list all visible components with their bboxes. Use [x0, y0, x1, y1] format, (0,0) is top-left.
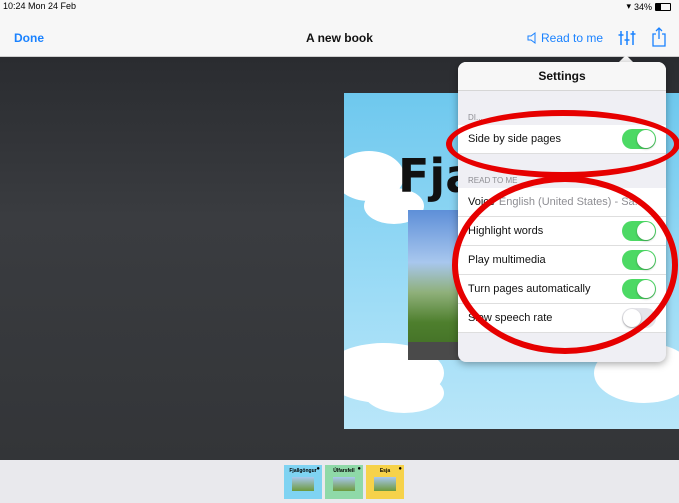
thumbnail-page-2[interactable]: Úlfarsfell ●: [325, 465, 363, 499]
battery-icon: [655, 2, 671, 11]
navigation-bar: Done A new book Read to me: [0, 14, 679, 57]
read-to-me-section-header: READ TO ME: [468, 176, 518, 185]
thumbnail-page-1[interactable]: Fjallgöngur ●: [284, 465, 322, 499]
thumbnail-page-3[interactable]: Esja ●: [366, 465, 404, 499]
thumbnail-image: [333, 477, 355, 491]
voice-row[interactable]: Voice English (United States) - Sa...: [458, 188, 666, 217]
share-icon[interactable]: [651, 27, 667, 52]
play-multimedia-toggle[interactable]: [622, 250, 656, 270]
highlight-words-toggle[interactable]: [622, 221, 656, 241]
status-time: 10:24 Mon 24 Feb: [3, 1, 77, 11]
read-to-me-label: Read to me: [541, 31, 604, 45]
highlight-words-label: Highlight words: [468, 225, 544, 237]
side-by-side-label: Side by side pages: [468, 133, 561, 145]
side-by-side-toggle[interactable]: [622, 129, 656, 149]
highlight-words-row[interactable]: Highlight words: [458, 217, 666, 246]
sliders-icon[interactable]: [618, 30, 636, 51]
slow-speech-label: Slow speech rate: [468, 312, 553, 324]
display-section-header: DI...: [468, 113, 483, 122]
slow-speech-toggle[interactable]: [622, 308, 656, 328]
audio-badge-icon: ●: [398, 466, 402, 472]
turn-pages-label: Turn pages automatically: [468, 283, 591, 295]
settings-popover: Settings DI... Side by side pages READ T…: [458, 62, 666, 362]
status-right: ▾ 34%: [626, 1, 671, 12]
audio-badge-icon: ●: [316, 466, 320, 472]
status-bar: 10:24 Mon 24 Feb ▾ 34%: [0, 0, 679, 14]
page-thumbnail-bar: Fjallgöngur ● Úlfarsfell ● Esja ●: [0, 460, 679, 503]
voice-label: Voice: [468, 196, 495, 208]
side-by-side-row[interactable]: Side by side pages: [458, 125, 666, 154]
thumbnail-image: [374, 477, 396, 491]
turn-pages-row[interactable]: Turn pages automatically: [458, 275, 666, 304]
audio-badge-icon: ●: [357, 466, 361, 472]
cloud-decoration: [364, 373, 444, 413]
speaker-icon: [527, 32, 536, 44]
play-multimedia-row[interactable]: Play multimedia: [458, 246, 666, 275]
voice-value: English (United States) - Sa...: [498, 196, 644, 208]
wifi-icon: ▾: [626, 1, 631, 11]
slow-speech-row[interactable]: Slow speech rate: [458, 304, 666, 333]
battery-percent: 34%: [633, 1, 652, 12]
turn-pages-toggle[interactable]: [622, 279, 656, 299]
thumbnail-image: [292, 477, 314, 491]
settings-title: Settings: [458, 62, 666, 91]
read-to-me-button[interactable]: Read to me: [527, 31, 603, 45]
play-multimedia-label: Play multimedia: [468, 254, 546, 266]
